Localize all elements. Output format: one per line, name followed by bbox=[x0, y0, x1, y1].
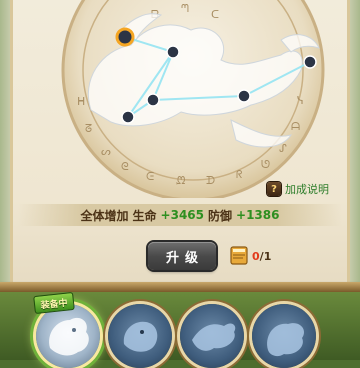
bonus-explain-label: 加成说明 bbox=[285, 183, 329, 196]
hp-label: 生命 bbox=[132, 208, 157, 223]
svg-text:ᗩ: ᗩ bbox=[291, 120, 300, 133]
star-node-active bbox=[115, 27, 135, 47]
constellation-slot-3[interactable] bbox=[180, 304, 244, 368]
book-icon bbox=[230, 246, 248, 265]
star-node bbox=[121, 110, 135, 124]
star-node bbox=[303, 55, 317, 69]
svg-text:ᓭ: ᓭ bbox=[297, 94, 304, 107]
svg-text:ᖇ: ᖇ bbox=[236, 168, 243, 181]
svg-text:ᑕ: ᑕ bbox=[211, 8, 219, 21]
panel-divider bbox=[0, 282, 360, 292]
svg-text:ᘉ: ᘉ bbox=[181, 2, 189, 15]
material-have: 0 bbox=[252, 250, 260, 263]
game-scene: ᔕᘓᕮ ᘻᗪᖇ ᘎᔑᗩ ᘔᕼᓭ ᘉᗷᑕ bbox=[0, 0, 360, 368]
constellation-slot-2[interactable] bbox=[108, 304, 172, 368]
constellation-slot-1[interactable] bbox=[36, 304, 100, 368]
star-node bbox=[166, 45, 180, 59]
bonus-summary: 全体增加 生命 +3465 防御 +1386 bbox=[18, 204, 342, 226]
def-value: +1386 bbox=[236, 208, 280, 222]
def-label: 防御 bbox=[208, 208, 233, 223]
svg-text:ᕼ: ᕼ bbox=[77, 95, 85, 108]
hp-value: +3465 bbox=[160, 208, 204, 222]
svg-text:ᔕ: ᔕ bbox=[101, 145, 111, 158]
bonus-explain-link[interactable]: ? 加成说明 bbox=[267, 180, 329, 198]
material-need: 1 bbox=[263, 250, 272, 263]
material-count: 0/1 bbox=[252, 250, 271, 263]
dragon-icon bbox=[267, 323, 305, 357]
constellation-slot-4[interactable] bbox=[252, 304, 316, 368]
svg-text:ᘻ: ᘻ bbox=[176, 174, 185, 187]
star-node bbox=[146, 93, 160, 107]
constellation-circle: ᔕᘓᕮ ᘻᗪᖇ ᘎᔑᗩ ᘔᕼᓭ ᘉᗷᑕ bbox=[51, 0, 335, 198]
svg-text:ᕮ: ᕮ bbox=[146, 170, 154, 183]
lion-icon bbox=[123, 321, 158, 352]
bonus-prefix: 全体增加 bbox=[80, 208, 129, 223]
svg-text:ᘓ: ᘓ bbox=[121, 160, 129, 173]
question-icon: ? bbox=[267, 182, 281, 196]
svg-text:ᘔ: ᘔ bbox=[85, 122, 92, 135]
bird-icon bbox=[192, 323, 236, 351]
dragon-icon bbox=[49, 317, 89, 356]
upgrade-button[interactable]: 升级 bbox=[148, 242, 216, 270]
star-node bbox=[237, 89, 251, 103]
svg-text:ᘎ: ᘎ bbox=[261, 158, 270, 171]
svg-text:ᗪ: ᗪ bbox=[206, 174, 215, 187]
